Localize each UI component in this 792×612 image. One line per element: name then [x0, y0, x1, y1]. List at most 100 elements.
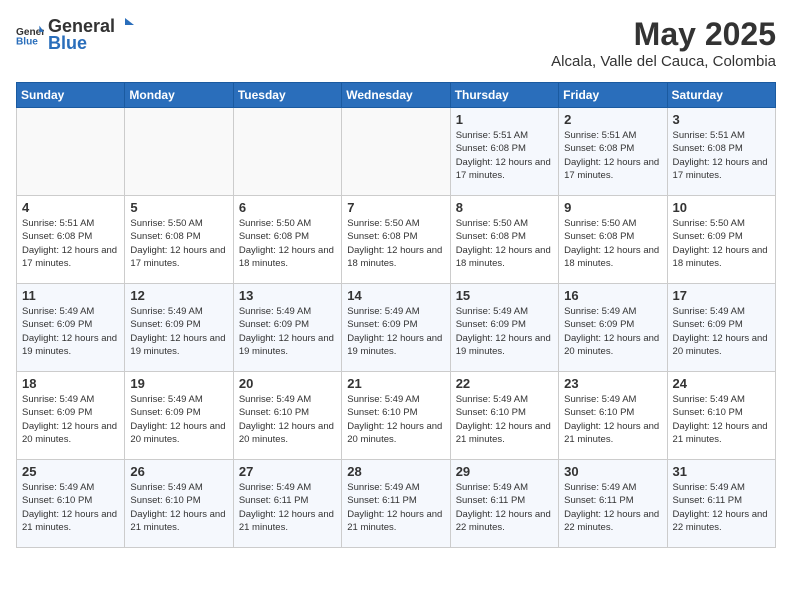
day-number: 12 [130, 288, 227, 303]
calendar-header-row: SundayMondayTuesdayWednesdayThursdayFrid… [17, 83, 776, 108]
day-number: 19 [130, 376, 227, 391]
day-number: 30 [564, 464, 661, 479]
day-number: 25 [22, 464, 119, 479]
cell-content: Sunrise: 5:49 AMSunset: 6:10 PMDaylight:… [22, 481, 119, 534]
calendar-cell: 21 Sunrise: 5:49 AMSunset: 6:10 PMDayligh… [342, 372, 450, 460]
weekday-header-thursday: Thursday [450, 83, 558, 108]
page-header: General Blue General Blue May 2025 Alcal… [16, 16, 776, 70]
day-number: 21 [347, 376, 444, 391]
weekday-header-monday: Monday [125, 83, 233, 108]
location-subtitle: Alcala, Valle del Cauca, Colombia [551, 53, 776, 70]
weekday-header-tuesday: Tuesday [233, 83, 341, 108]
calendar-cell: 28 Sunrise: 5:49 AMSunset: 6:11 PMDayligh… [342, 460, 450, 548]
logo: General Blue General Blue [16, 16, 135, 54]
calendar-cell: 22 Sunrise: 5:49 AMSunset: 6:10 PMDayligh… [450, 372, 558, 460]
cell-content: Sunrise: 5:51 AMSunset: 6:08 PMDaylight:… [673, 129, 770, 182]
cell-content: Sunrise: 5:49 AMSunset: 6:09 PMDaylight:… [673, 305, 770, 358]
calendar-cell: 19 Sunrise: 5:49 AMSunset: 6:09 PMDayligh… [125, 372, 233, 460]
day-number: 13 [239, 288, 336, 303]
cell-content: Sunrise: 5:49 AMSunset: 6:09 PMDaylight:… [564, 305, 661, 358]
calendar-table: SundayMondayTuesdayWednesdayThursdayFrid… [16, 82, 776, 548]
cell-content: Sunrise: 5:50 AMSunset: 6:09 PMDaylight:… [673, 217, 770, 270]
calendar-cell: 12 Sunrise: 5:49 AMSunset: 6:09 PMDayligh… [125, 284, 233, 372]
day-number: 26 [130, 464, 227, 479]
cell-content: Sunrise: 5:49 AMSunset: 6:10 PMDaylight:… [564, 393, 661, 446]
calendar-cell: 24 Sunrise: 5:49 AMSunset: 6:10 PMDayligh… [667, 372, 775, 460]
calendar-cell: 10 Sunrise: 5:50 AMSunset: 6:09 PMDayligh… [667, 196, 775, 284]
calendar-cell: 16Sunrise: 5:49 AMSunset: 6:09 PMDayligh… [559, 284, 667, 372]
cell-content: Sunrise: 5:49 AMSunset: 6:10 PMDaylight:… [347, 393, 444, 446]
calendar-cell: 29 Sunrise: 5:49 AMSunset: 6:11 PMDayligh… [450, 460, 558, 548]
day-number: 27 [239, 464, 336, 479]
cell-content: Sunrise: 5:51 AMSunset: 6:08 PMDaylight:… [22, 217, 119, 270]
calendar-cell [342, 108, 450, 196]
cell-content: Sunrise: 5:49 AMSunset: 6:09 PMDaylight:… [347, 305, 444, 358]
weekday-header-saturday: Saturday [667, 83, 775, 108]
day-number: 20 [239, 376, 336, 391]
day-number: 1 [456, 112, 553, 127]
generalblue-logo-icon: General Blue [16, 24, 44, 46]
cell-content: Sunrise: 5:49 AMSunset: 6:09 PMDaylight:… [130, 305, 227, 358]
calendar-week-row: 25 Sunrise: 5:49 AMSunset: 6:10 PMDayligh… [17, 460, 776, 548]
cell-content: Sunrise: 5:49 AMSunset: 6:10 PMDaylight:… [673, 393, 770, 446]
cell-content: Sunrise: 5:49 AMSunset: 6:11 PMDaylight:… [456, 481, 553, 534]
cell-content: Sunrise: 5:49 AMSunset: 6:10 PMDaylight:… [239, 393, 336, 446]
day-number: 15 [456, 288, 553, 303]
day-number: 18 [22, 376, 119, 391]
cell-content: Sunrise: 5:50 AMSunset: 6:08 PMDaylight:… [456, 217, 553, 270]
calendar-cell: 9Sunrise: 5:50 AMSunset: 6:08 PMDaylight… [559, 196, 667, 284]
calendar-week-row: 1 Sunrise: 5:51 AMSunset: 6:08 PMDaylight… [17, 108, 776, 196]
calendar-cell: 17 Sunrise: 5:49 AMSunset: 6:09 PMDayligh… [667, 284, 775, 372]
svg-text:Blue: Blue [16, 36, 38, 46]
day-number: 31 [673, 464, 770, 479]
calendar-cell: 4Sunrise: 5:51 AMSunset: 6:08 PMDaylight… [17, 196, 125, 284]
day-number: 29 [456, 464, 553, 479]
cell-content: Sunrise: 5:49 AMSunset: 6:09 PMDaylight:… [239, 305, 336, 358]
cell-content: Sunrise: 5:49 AMSunset: 6:10 PMDaylight:… [456, 393, 553, 446]
calendar-cell: 23Sunrise: 5:49 AMSunset: 6:10 PMDayligh… [559, 372, 667, 460]
cell-content: Sunrise: 5:49 AMSunset: 6:11 PMDaylight:… [673, 481, 770, 534]
day-number: 3 [673, 112, 770, 127]
calendar-cell [17, 108, 125, 196]
calendar-cell: 30 Sunrise: 5:49 AMSunset: 6:11 PMDayligh… [559, 460, 667, 548]
calendar-cell [125, 108, 233, 196]
calendar-cell: 7Sunrise: 5:50 AMSunset: 6:08 PMDaylight… [342, 196, 450, 284]
cell-content: Sunrise: 5:50 AMSunset: 6:08 PMDaylight:… [239, 217, 336, 270]
logo-bird-icon [116, 18, 134, 32]
cell-content: Sunrise: 5:49 AMSunset: 6:09 PMDaylight:… [22, 393, 119, 446]
day-number: 10 [673, 200, 770, 215]
calendar-week-row: 11 Sunrise: 5:49 AMSunset: 6:09 PMDayligh… [17, 284, 776, 372]
calendar-cell: 27 Sunrise: 5:49 AMSunset: 6:11 PMDayligh… [233, 460, 341, 548]
calendar-cell: 2Sunrise: 5:51 AMSunset: 6:08 PMDaylight… [559, 108, 667, 196]
cell-content: Sunrise: 5:49 AMSunset: 6:09 PMDaylight:… [22, 305, 119, 358]
day-number: 9 [564, 200, 661, 215]
calendar-week-row: 4Sunrise: 5:51 AMSunset: 6:08 PMDaylight… [17, 196, 776, 284]
cell-content: Sunrise: 5:49 AMSunset: 6:09 PMDaylight:… [130, 393, 227, 446]
calendar-cell: 14 Sunrise: 5:49 AMSunset: 6:09 PMDayligh… [342, 284, 450, 372]
calendar-cell: 13 Sunrise: 5:49 AMSunset: 6:09 PMDayligh… [233, 284, 341, 372]
weekday-header-wednesday: Wednesday [342, 83, 450, 108]
month-title: May 2025 [551, 16, 776, 53]
cell-content: Sunrise: 5:51 AMSunset: 6:08 PMDaylight:… [456, 129, 553, 182]
calendar-cell: 1 Sunrise: 5:51 AMSunset: 6:08 PMDaylight… [450, 108, 558, 196]
calendar-cell: 6 Sunrise: 5:50 AMSunset: 6:08 PMDaylight… [233, 196, 341, 284]
cell-content: Sunrise: 5:49 AMSunset: 6:09 PMDaylight:… [456, 305, 553, 358]
cell-content: Sunrise: 5:49 AMSunset: 6:11 PMDaylight:… [564, 481, 661, 534]
calendar-cell: 31 Sunrise: 5:49 AMSunset: 6:11 PMDayligh… [667, 460, 775, 548]
calendar-cell [233, 108, 341, 196]
day-number: 6 [239, 200, 336, 215]
day-number: 24 [673, 376, 770, 391]
day-number: 17 [673, 288, 770, 303]
cell-content: Sunrise: 5:49 AMSunset: 6:11 PMDaylight:… [239, 481, 336, 534]
cell-content: Sunrise: 5:49 AMSunset: 6:11 PMDaylight:… [347, 481, 444, 534]
day-number: 8 [456, 200, 553, 215]
day-number: 11 [22, 288, 119, 303]
day-number: 28 [347, 464, 444, 479]
day-number: 7 [347, 200, 444, 215]
day-number: 14 [347, 288, 444, 303]
cell-content: Sunrise: 5:49 AMSunset: 6:10 PMDaylight:… [130, 481, 227, 534]
day-number: 22 [456, 376, 553, 391]
calendar-cell: 25 Sunrise: 5:49 AMSunset: 6:10 PMDayligh… [17, 460, 125, 548]
cell-content: Sunrise: 5:51 AMSunset: 6:08 PMDaylight:… [564, 129, 661, 182]
day-number: 5 [130, 200, 227, 215]
